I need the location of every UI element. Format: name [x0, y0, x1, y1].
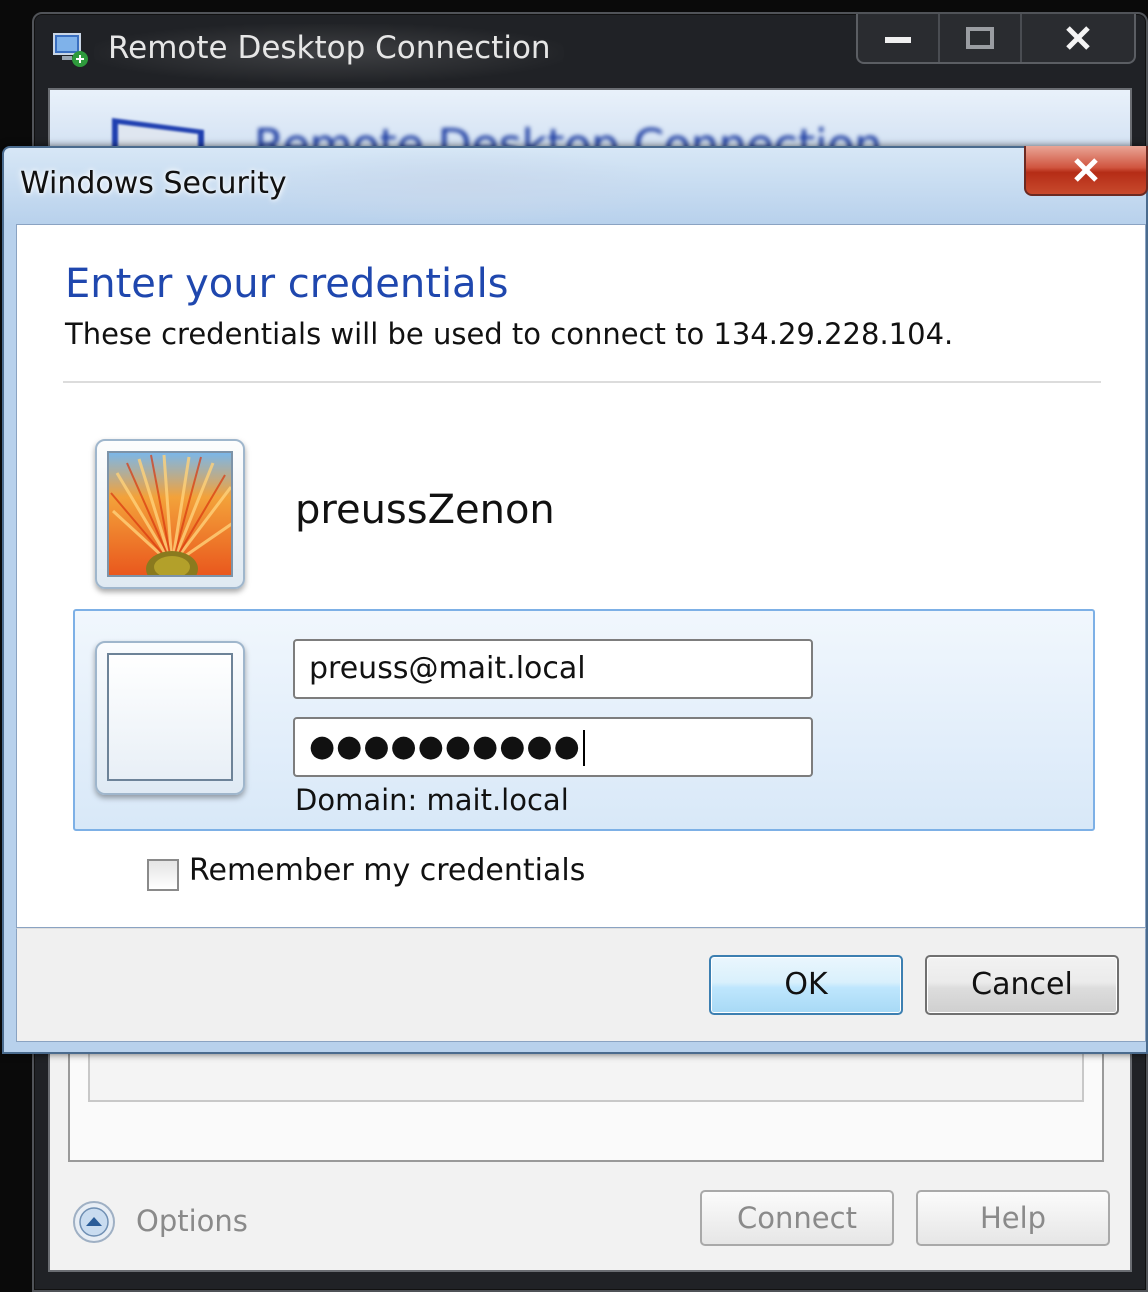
remember-credentials-checkbox[interactable]: [147, 859, 179, 891]
title-backdrop-blur: [254, 148, 674, 224]
username-field[interactable]: preuss@mait.local: [293, 639, 813, 699]
flower-user-picture: [107, 451, 233, 577]
windows-security-dialog: Windows Security Enter your credentials …: [2, 146, 1148, 1054]
close-icon: [1066, 26, 1090, 50]
user-tile[interactable]: [95, 439, 245, 589]
maximize-icon: [966, 27, 994, 49]
password-mask: ●●●●●●●●●●: [309, 729, 581, 764]
close-icon: [1074, 158, 1098, 182]
cancel-button[interactable]: Cancel: [925, 955, 1119, 1015]
dialog-title: Windows Security: [20, 166, 287, 201]
rdc-window-title: Remote Desktop Connection: [108, 30, 551, 66]
domain-label: Domain: mait.local: [295, 783, 569, 817]
rdc-titlebar[interactable]: Remote Desktop Connection: [34, 14, 1146, 88]
chevron-up-icon[interactable]: [72, 1200, 116, 1244]
dialog-subheading: These credentials will be used to connec…: [65, 317, 954, 351]
divider: [63, 381, 1101, 383]
password-field[interactable]: ●●●●●●●●●●: [293, 717, 813, 777]
rdc-caption-buttons: [856, 14, 1136, 64]
minimize-button[interactable]: [858, 14, 940, 62]
user-name: preussZenon: [295, 487, 555, 533]
help-button[interactable]: Help: [916, 1190, 1110, 1246]
credential-panel[interactable]: preuss@mait.local ●●●●●●●●●● Domain: mai…: [73, 609, 1095, 831]
minimize-icon: [885, 37, 911, 43]
ok-button[interactable]: OK: [709, 955, 903, 1015]
close-button[interactable]: [1022, 14, 1134, 62]
flower-icon: [109, 453, 231, 575]
dialog-footer: OK Cancel: [16, 928, 1146, 1042]
dialog-close-button[interactable]: [1024, 146, 1148, 196]
maximize-button[interactable]: [940, 14, 1022, 62]
dialog-content: Enter your credentials These credentials…: [16, 224, 1146, 928]
remember-credentials-label[interactable]: Remember my credentials: [189, 853, 585, 888]
text-caret: [582, 729, 585, 766]
remote-desktop-icon: [53, 33, 88, 67]
credential-tile: [95, 641, 245, 795]
blank-user-picture: [107, 653, 233, 781]
dialog-heading: Enter your credentials: [65, 261, 509, 307]
options-label[interactable]: Options: [136, 1204, 248, 1238]
connect-button[interactable]: Connect: [700, 1190, 894, 1246]
